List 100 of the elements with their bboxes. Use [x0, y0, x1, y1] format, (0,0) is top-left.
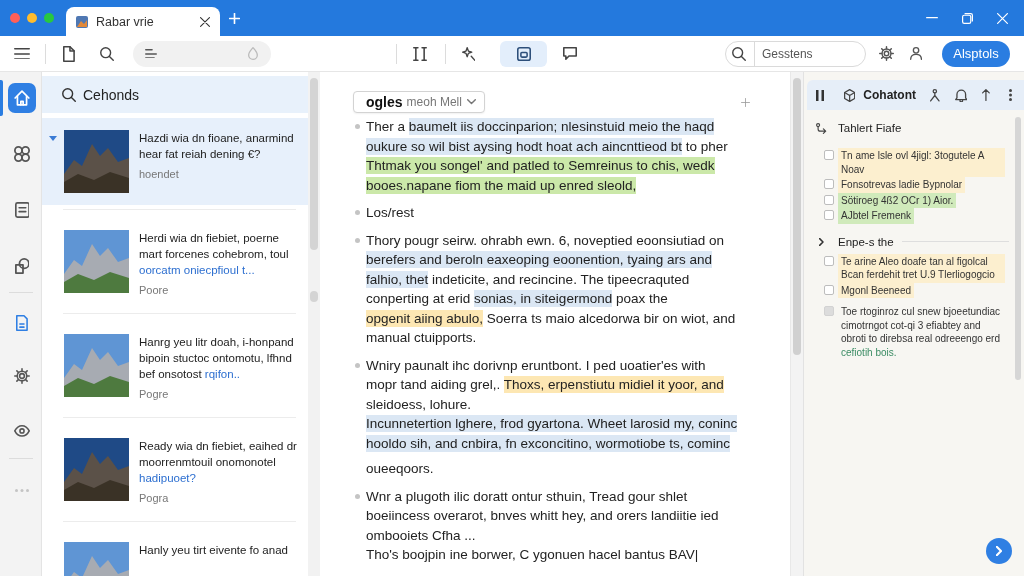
checkbox[interactable] [824, 194, 834, 205]
scrollbar-thumb[interactable] [310, 78, 318, 250]
file-icon [16, 315, 28, 331]
view-dropdown[interactable]: ogles meoh Mell [353, 91, 485, 113]
tool-button[interactable] [461, 46, 476, 61]
eye-icon [14, 425, 30, 437]
shapes-icon [14, 258, 30, 274]
item-link[interactable]: oorcatm oniecpfioul t... [139, 264, 255, 276]
item-meta: Pogra [139, 491, 170, 505]
settings-icon[interactable] [878, 46, 894, 61]
item-title: Herdi wia dn fiebiet, poerne mart forcenes cohebrom, toul oorcatm oniecpfioul t... [139, 231, 290, 278]
panel-title: Cohatont [863, 88, 916, 102]
primary-button[interactable]: Alsptols [942, 40, 1010, 67]
list-icon [144, 48, 157, 59]
list-item[interactable]: Hanly yeu tirt eivente fo anad [42, 530, 308, 576]
branch-icon [816, 122, 827, 134]
person-icon[interactable] [929, 88, 940, 102]
section-title: Tahlert Fiafe [838, 122, 902, 134]
scrollbar-track[interactable] [790, 72, 803, 576]
item-meta: Poore [139, 283, 170, 297]
bullet-icon [355, 362, 360, 368]
selection-indicator [0, 80, 3, 116]
chevron-icon [996, 546, 1002, 556]
list-item[interactable]: Ready wia dn fiebiet, eaihed dr moorrenmtouil onomonotel hadipuoet? Pogra [42, 426, 308, 517]
pause-icon[interactable] [816, 89, 824, 101]
list-item[interactable]: Herdi wia dn fiebiet, poerne mart forcenes cohebrom, toul oorcatm oniecpfioul t... Poore [42, 218, 308, 309]
item-title: Hanly yeu tirt eivente fo anad [139, 543, 289, 558]
list-header-title: Cehonds [83, 86, 140, 103]
item-title: Ready wia dn fiebiet, eaihed dr moorrenmtouil onomonotel hadipuoet? [139, 439, 298, 486]
document-icon[interactable] [63, 45, 75, 62]
window-minimize-button[interactable] [27, 13, 37, 23]
bullet-icon [355, 124, 360, 129]
item-meta: hoendet [139, 167, 180, 181]
checkbox[interactable] [824, 210, 834, 220]
plus-icon[interactable] [741, 97, 750, 107]
mountain-photo [64, 438, 129, 501]
arrow-up-icon[interactable] [982, 89, 990, 101]
checkbox[interactable] [824, 255, 834, 266]
task-text: Te arine Aleo doafe tan al figolcal Bcan ferdehit tret U.9 Tlerliogogcio [838, 253, 1005, 283]
scrollbar-thumb[interactable] [1015, 117, 1021, 380]
document-icon [14, 202, 30, 218]
paragraph: Wniry paunalt ihc dorivnp eruntbont. I ped uoatier'es with mopr tand aiding grel,. Thoxs, erpenstiutu midiel it yoor, and sleidoess, lohure. Incunnetertion lghere, frod gyartona. Wheet larosid my, coninc hooldo sih, and cnbira, fn exconcitino, wormotiobe ts, cominc [366, 356, 738, 453]
bullet-icon [355, 493, 360, 499]
nav-button[interactable] [16, 315, 28, 331]
more-icon[interactable] [1009, 89, 1012, 101]
note-text: Toe rtoginroz cul snew bjoeetundiac cimotrngot cot-qi 3 efiabtey and obroti to direbsa real odreeengo erd cefiotih bois. [840, 305, 1001, 360]
checkbox[interactable] [824, 284, 834, 295]
search-icon [731, 46, 746, 61]
text-height-icon [412, 46, 427, 61]
list-item[interactable]: Hazdi wia dn fioane, anarmind hear fat reiah dening €? hoendet [42, 118, 308, 205]
nav-button[interactable] [14, 425, 30, 437]
search-field[interactable]: Gesstens [724, 40, 866, 67]
nav-button[interactable] [14, 202, 30, 218]
chat-icon [563, 47, 578, 60]
search-icon[interactable] [99, 46, 114, 61]
tool-button[interactable] [500, 40, 548, 67]
checkbox[interactable] [824, 179, 834, 189]
mountain-photo [64, 334, 129, 397]
maximize-icon[interactable] [962, 12, 973, 24]
task-text: AJbtel Fremenk [838, 208, 915, 224]
task-text: Fonsotrevas ladie Bypnolar [838, 177, 966, 193]
nav-button[interactable] [8, 83, 36, 113]
settings-icon [14, 368, 30, 384]
nav-button[interactable] [14, 258, 30, 274]
paragraph: oueeqoors. [366, 460, 434, 478]
chevron-icon[interactable] [819, 237, 824, 246]
mountain-photo [64, 230, 129, 293]
tool-button[interactable] [412, 46, 427, 61]
bullet-icon [355, 210, 360, 215]
nav-button[interactable] [14, 368, 30, 384]
caret-icon [467, 99, 476, 105]
caret-icon[interactable] [49, 136, 57, 141]
search-icon[interactable] [62, 87, 76, 102]
scrollbar-thumb[interactable] [793, 78, 801, 355]
minimize-icon[interactable] [926, 17, 938, 19]
list-item[interactable]: Hanrg yeu litr doah, i-honpand bipoin stuctoc ontomotu, lfhnd bef onsotost rqifon.. Pogre [42, 322, 308, 413]
paragraph: Ther a baumelt iis doccinparion; nlesinstuid meio the haqd oukure so wil bist aysing hodt hoat ach aincnttieod bt to pher Thtmak you songel' and patled to Semreinus to chis, wedk booes.napane fiom the maid up enred sleold, [366, 117, 728, 195]
section-title[interactable]: Enpe-s the [838, 235, 894, 248]
item-meta: Pogre [139, 387, 170, 401]
bell-icon[interactable] [954, 88, 968, 102]
new-tab-icon[interactable] [229, 12, 240, 24]
frame-icon [516, 46, 531, 61]
filter-field[interactable] [132, 40, 271, 67]
drop-icon [247, 47, 258, 60]
home-icon [14, 90, 30, 106]
item-link[interactable]: hadipuoet? [139, 472, 196, 484]
task-text: Tn ame lsle ovl 4jigl: 3togutele A Noav [838, 148, 1005, 177]
browser-tab[interactable]: Rabar vrie [66, 7, 220, 36]
next-button[interactable] [986, 538, 1012, 564]
tool-button[interactable] [563, 47, 578, 60]
user-icon[interactable] [909, 47, 922, 60]
scrollbar-track[interactable] [308, 72, 320, 576]
nav-button[interactable] [14, 146, 30, 162]
item-link[interactable]: rqifon.. [204, 368, 241, 380]
scroll-marker [310, 291, 318, 302]
apps-icon [14, 146, 30, 162]
cube-icon [844, 88, 856, 102]
close-icon[interactable] [200, 16, 210, 27]
checkbox[interactable] [824, 150, 834, 160]
menu-icon[interactable] [14, 47, 30, 60]
